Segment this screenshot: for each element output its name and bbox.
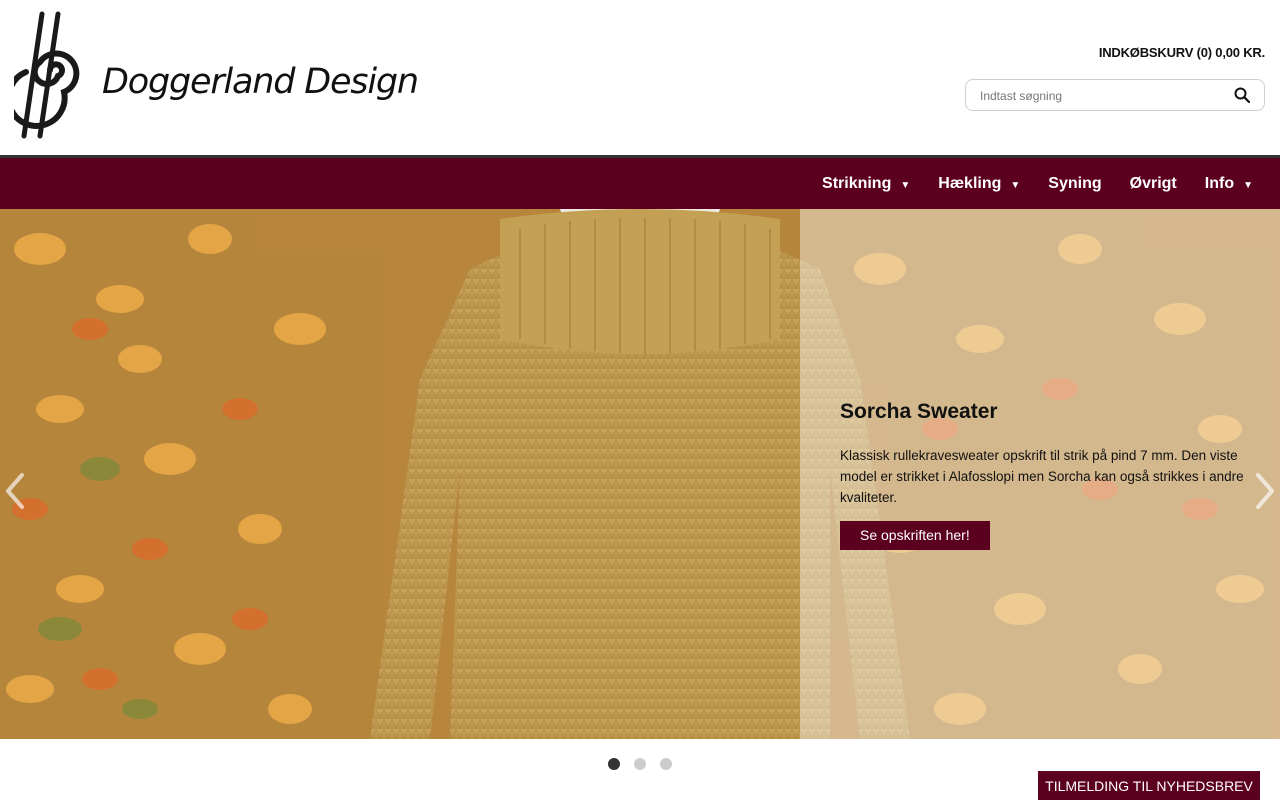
chevron-down-icon: ▼: [1243, 179, 1253, 191]
nav-item-label: Info: [1204, 174, 1235, 192]
site-header: Doggerland Design INDKØBSKURV (0) 0,00 K…: [0, 0, 1280, 155]
slider-dot-2[interactable]: [634, 758, 646, 770]
hero-slider: Sorcha Sweater Klassisk rullekravesweate…: [0, 209, 1280, 739]
nav-item-label: Øvrigt: [1129, 174, 1177, 192]
chevron-left-icon[interactable]: [0, 469, 30, 513]
nav-item-label: Syning: [1048, 174, 1102, 192]
nav-item-label: Strikning: [822, 174, 892, 192]
nav-item-haekling[interactable]: Hækling ▼: [938, 175, 1020, 193]
slider-dot-3[interactable]: [660, 758, 672, 770]
search-icon[interactable]: [1234, 87, 1250, 103]
brand-name[interactable]: Doggerland Design: [102, 62, 419, 102]
slide-title: Sorcha Sweater: [840, 400, 998, 423]
slider-dots: [0, 758, 1280, 772]
newsletter-signup-button[interactable]: TILMELDING TIL NYHEDSBREV: [1038, 771, 1260, 800]
chevron-down-icon: ▼: [900, 179, 911, 191]
nav-item-syning[interactable]: Syning: [1048, 175, 1101, 193]
nav-item-info[interactable]: Info ▼: [1205, 175, 1253, 193]
slide-description: Klassisk rullekravesweater opskrift til …: [840, 448, 1244, 505]
see-pattern-button[interactable]: Se opskriften her!: [840, 521, 990, 550]
chevron-down-icon: ▼: [1010, 179, 1021, 191]
nav-items: Strikning ▼ Hækling ▼ Syning Øvrigt Info…: [794, 158, 1253, 209]
slider-dot-1[interactable]: [608, 758, 620, 770]
logo-icon[interactable]: [14, 10, 94, 140]
nav-item-ovrigt[interactable]: Øvrigt: [1130, 175, 1177, 193]
cart-link[interactable]: INDKØBSKURV (0) 0,00 KR.: [1099, 45, 1265, 60]
nav-item-label: Hækling: [938, 174, 1002, 192]
chevron-right-icon[interactable]: [1250, 469, 1280, 513]
search-box: [965, 79, 1265, 111]
search-input[interactable]: [980, 86, 1230, 106]
nav-item-strikning[interactable]: Strikning ▼: [822, 175, 910, 193]
main-nav: Strikning ▼ Hækling ▼ Syning Øvrigt Info…: [0, 158, 1280, 209]
